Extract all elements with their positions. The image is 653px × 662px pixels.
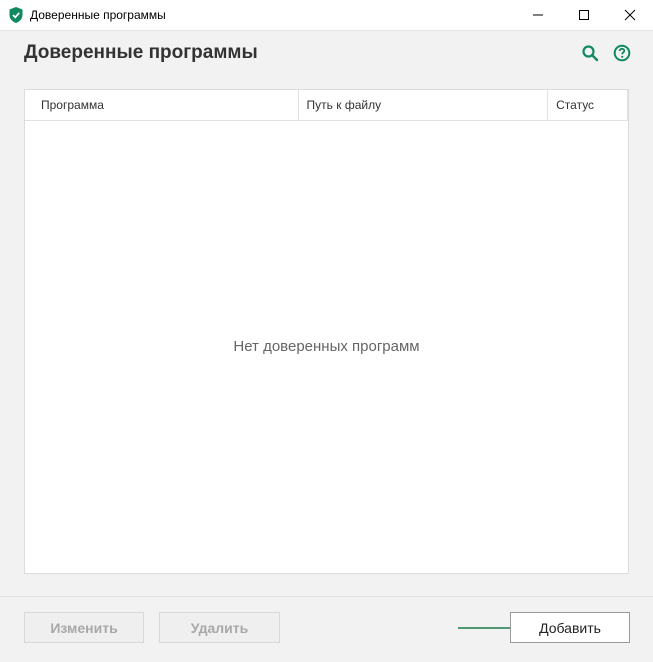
header-actions bbox=[581, 44, 631, 62]
page-title: Доверенные программы bbox=[24, 42, 258, 63]
help-icon bbox=[613, 44, 631, 62]
close-icon bbox=[624, 9, 636, 21]
minimize-button[interactable] bbox=[515, 0, 561, 30]
window-title: Доверенные программы bbox=[30, 8, 166, 22]
column-header-status[interactable]: Статус bbox=[548, 90, 628, 120]
app-window: Доверенные программы Доверенные программ… bbox=[0, 0, 653, 662]
column-header-file-path[interactable]: Путь к файлу bbox=[299, 90, 549, 120]
minimize-icon bbox=[533, 14, 543, 16]
help-button[interactable] bbox=[613, 44, 631, 62]
content-area: Доверенные программы Программа Путь к фа… bbox=[0, 31, 653, 594]
delete-button[interactable]: Удалить bbox=[159, 612, 280, 643]
search-icon bbox=[582, 45, 599, 62]
title-bar[interactable]: Доверенные программы bbox=[0, 0, 653, 31]
close-button[interactable] bbox=[607, 0, 653, 30]
add-button[interactable]: Добавить bbox=[510, 612, 630, 643]
maximize-button[interactable] bbox=[561, 0, 607, 30]
edit-button[interactable]: Изменить bbox=[24, 612, 144, 643]
footer-bar: Изменить Удалить Добавить bbox=[0, 596, 653, 662]
window-controls bbox=[515, 0, 653, 30]
empty-state-message: Нет доверенных программ bbox=[233, 338, 420, 355]
table-header: Программа Путь к файлу Статус bbox=[25, 90, 628, 121]
trusted-programs-table[interactable]: Программа Путь к файлу Статус Нет довере… bbox=[24, 89, 629, 574]
maximize-icon bbox=[579, 10, 589, 20]
column-header-program[interactable]: Программа bbox=[25, 90, 299, 120]
search-button[interactable] bbox=[581, 44, 599, 62]
shield-check-icon bbox=[9, 7, 23, 23]
